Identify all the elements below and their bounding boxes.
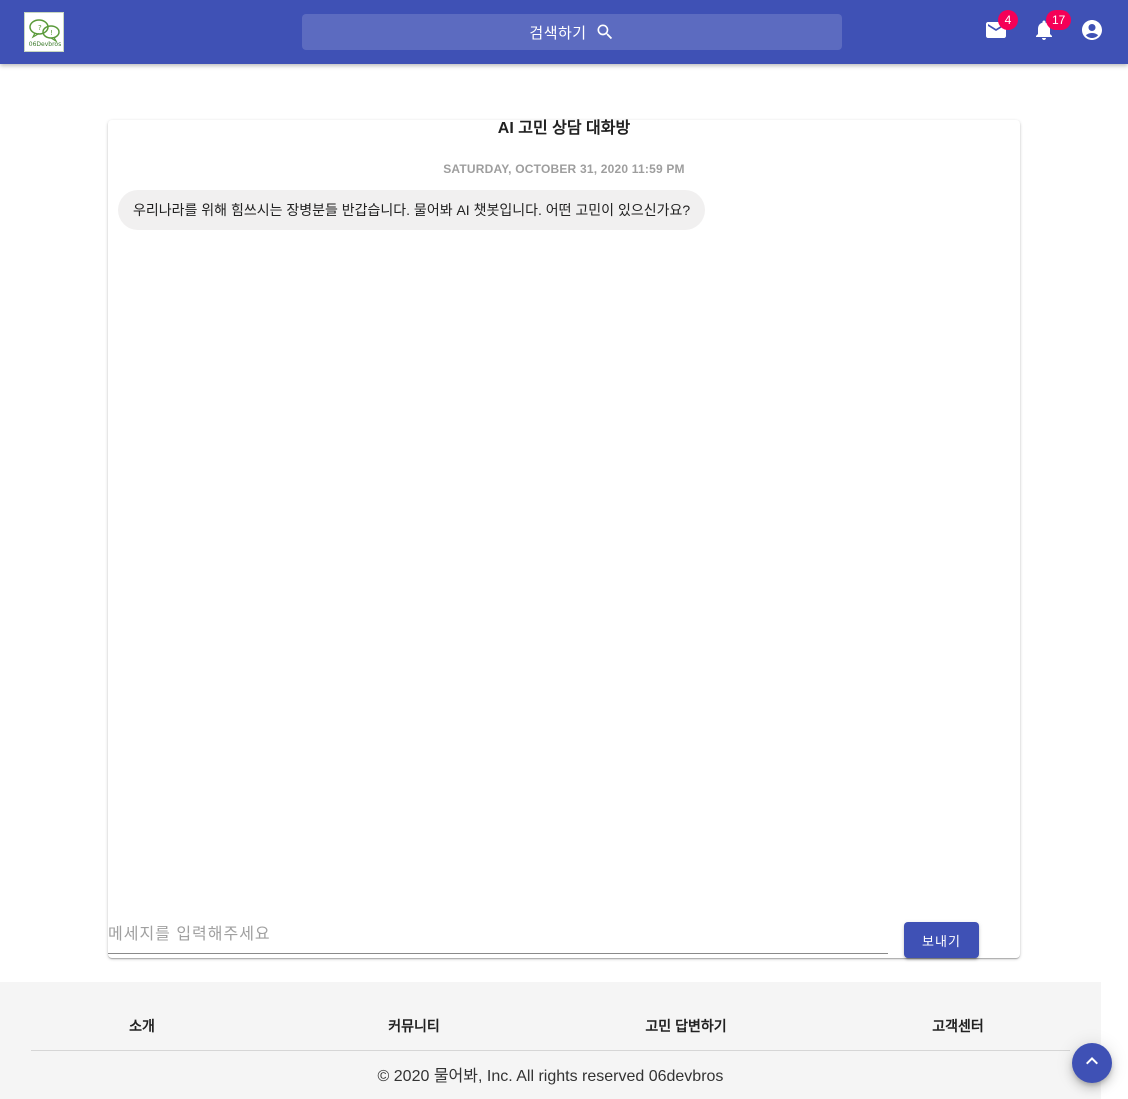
footer-link-community[interactable]: 커뮤니티 xyxy=(388,1016,440,1036)
message-input[interactable] xyxy=(108,918,888,952)
account-circle-icon xyxy=(1080,18,1104,47)
search-icon xyxy=(595,22,615,42)
chat-title: AI 고민 상담 대화방 xyxy=(497,120,631,137)
search-bar[interactable]: 검색하기 xyxy=(302,14,842,50)
footer-link-support[interactable]: 고객센터 xyxy=(932,1016,984,1036)
chevron-up-icon xyxy=(1080,1049,1104,1078)
message-timestamp: SATURDAY, OCTOBER 31, 2020 11:59 PM xyxy=(443,162,685,176)
notifications-button[interactable]: 17 xyxy=(1024,10,1072,52)
scroll-top-button[interactable] xyxy=(1072,1043,1112,1083)
bot-message-text: 우리나라를 위해 힘쓰시는 장병분들 반갑습니다. 물어봐 AI 챗봇입니다. … xyxy=(133,202,691,218)
footer-divider xyxy=(31,1050,1070,1051)
svg-text:?: ? xyxy=(38,24,42,32)
footer-link-about[interactable]: 소개 xyxy=(129,1016,155,1036)
mail-button[interactable]: 4 xyxy=(976,10,1018,52)
notifications-badge: 17 xyxy=(1046,10,1072,30)
send-button[interactable]: 보내기 xyxy=(904,922,979,958)
message-input-wrapper xyxy=(108,918,888,954)
footer-link-answer[interactable]: 고민 답변하기 xyxy=(645,1016,726,1036)
account-button[interactable] xyxy=(1072,12,1112,52)
chat-card: AI 고민 상담 대화방 SATURDAY, OCTOBER 31, 2020 … xyxy=(108,120,1020,958)
logo-text: 06Devbros xyxy=(28,41,62,48)
app-bar: ? ! 06Devbros 검색하기 4 17 xyxy=(0,0,1128,64)
search-label: 검색하기 xyxy=(529,24,587,42)
copyright: © 2020 물어봐, Inc. All rights reserved 06d… xyxy=(377,1068,724,1085)
footer: 소개 커뮤니티 고민 답변하기 고객센터 © 2020 물어봐, Inc. Al… xyxy=(0,982,1101,1099)
mail-badge: 4 xyxy=(998,10,1018,30)
logo[interactable]: ? ! 06Devbros xyxy=(24,12,64,52)
bot-message-bubble: 우리나라를 위해 힘쓰시는 장병분들 반갑습니다. 물어봐 AI 챗봇입니다. … xyxy=(118,190,706,230)
svg-text:!: ! xyxy=(50,29,53,37)
